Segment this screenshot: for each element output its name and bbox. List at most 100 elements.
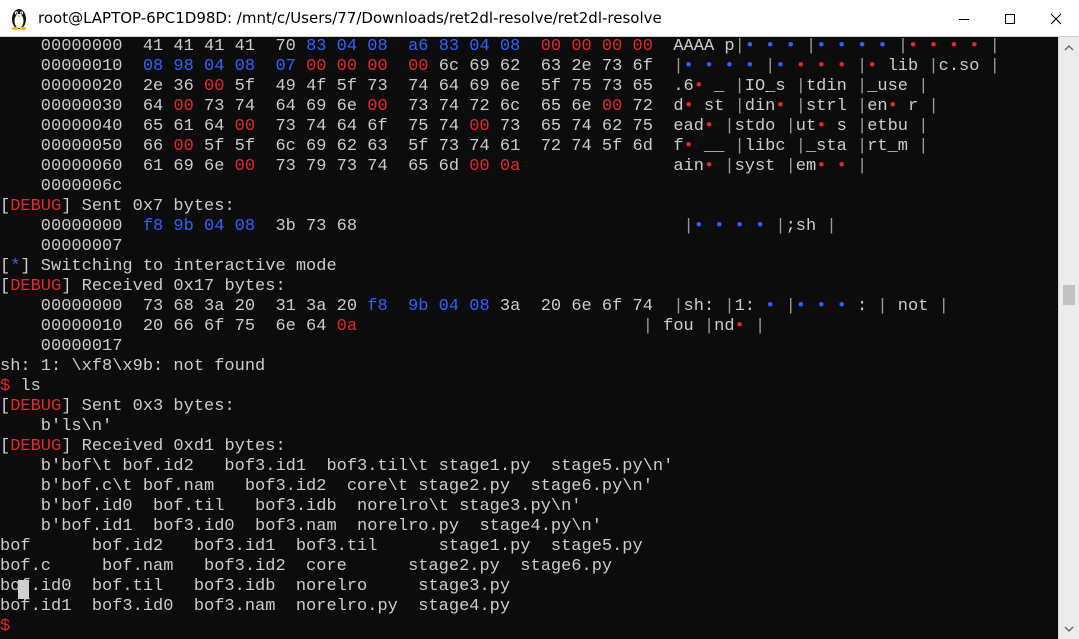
terminal-line: bof.id0 bof.til bof3.idb norelro stage3.… bbox=[0, 577, 1058, 597]
terminal-text-segment: | bbox=[765, 57, 776, 76]
minimize-button[interactable] bbox=[941, 0, 987, 37]
terminal-text-segment: • bbox=[693, 217, 704, 236]
terminal-text-segment: __ bbox=[693, 137, 735, 156]
terminal-text-segment: | bbox=[805, 37, 817, 56]
terminal-line: [DEBUG] Received 0xd1 bytes: bbox=[0, 437, 1058, 457]
terminal-text-segment: | bbox=[928, 97, 939, 116]
terminal-line: 00000000 41 41 41 41 70 83 04 08 a6 83 0… bbox=[0, 37, 1058, 57]
terminal-text-segment: • bbox=[775, 97, 786, 116]
terminal-text-segment: | bbox=[826, 217, 837, 236]
title-bar[interactable]: root@LAPTOP-6PC1D98D: /mnt/c/Users/77/Do… bbox=[0, 0, 1079, 37]
terminal-text-segment: | bbox=[918, 77, 929, 96]
terminal-line: 00000010 08 98 04 08 07 00 00 00 00 6c 6… bbox=[0, 57, 1058, 77]
terminal-text-segment: 5f 49 4f 5f 73 74 64 69 6e 5f 75 73 65 .… bbox=[224, 77, 694, 96]
maximize-button[interactable] bbox=[987, 0, 1033, 37]
terminal-text-segment: fou bbox=[652, 317, 704, 336]
terminal-text-segment: 00 bbox=[408, 57, 429, 76]
terminal-line: 00000040 65 61 64 00 73 74 64 6f 75 74 0… bbox=[0, 117, 1058, 137]
terminal-text-segment: | bbox=[683, 217, 694, 236]
terminal-text-segment: 00000000 bbox=[0, 217, 143, 236]
terminal-text-segment: • bbox=[765, 297, 776, 316]
scroll-up-button[interactable] bbox=[1059, 39, 1079, 56]
terminal-text-segment: • bbox=[754, 217, 766, 236]
terminal-text-segment: • bbox=[683, 57, 694, 76]
terminal-text-segment: IO_s bbox=[744, 77, 796, 96]
scrollbar-thumb[interactable] bbox=[1063, 285, 1075, 305]
terminal-output[interactable]: 00000000 41 41 41 41 70 83 04 08 a6 83 0… bbox=[0, 37, 1058, 639]
terminal-text-segment: 00000050 66 bbox=[0, 137, 174, 156]
terminal-text-segment: 00 bbox=[601, 97, 623, 116]
terminal-line: 00000000 73 68 3a 20 31 3a 20 f8 9b 04 0… bbox=[0, 297, 1058, 317]
terminal-text-segment: 3b 73 68 bbox=[255, 217, 684, 236]
terminal-line: 00000060 61 69 6e 00 73 79 73 74 65 6d 0… bbox=[0, 157, 1058, 177]
terminal-text-segment: • bbox=[714, 217, 725, 236]
terminal-text-segment: • bbox=[928, 37, 939, 56]
scroll-down-button[interactable] bbox=[1059, 620, 1079, 637]
terminal-text-segment: • bbox=[734, 317, 745, 336]
terminal-text-segment: en bbox=[867, 97, 888, 116]
terminal-line: [*] Switching to interactive mode bbox=[0, 257, 1058, 277]
terminal-text-segment: [ bbox=[0, 397, 11, 416]
terminal-text-segment: b'ls\n' bbox=[0, 417, 113, 436]
terminal-text-segment: bof.id0 bof.til bof3.idb norelro stage3.… bbox=[0, 577, 511, 596]
terminal-text-segment: 0000006c bbox=[0, 177, 123, 196]
terminal-text-segment: • bbox=[683, 97, 694, 116]
terminal-text-segment: [ bbox=[0, 437, 11, 456]
terminal-text-segment: ] Received 0x17 bytes: bbox=[61, 277, 286, 296]
terminal-text-segment: ain bbox=[520, 157, 704, 176]
terminal-text-segment: • bbox=[765, 37, 776, 56]
terminal-text-segment: • bbox=[836, 37, 847, 56]
terminal-text-segment: DEBUG bbox=[10, 397, 62, 416]
terminal-text-segment: 00 bbox=[469, 117, 490, 136]
terminal-line: bof.id1 bof3.id0 bof3.nam norelro.py sta… bbox=[0, 597, 1058, 617]
terminal-line: bof bof.id2 bof3.id1 bof3.til stage1.py … bbox=[0, 537, 1058, 557]
terminal-line: 00000007 bbox=[0, 237, 1058, 257]
terminal-text-segment: * bbox=[10, 257, 21, 276]
terminal-text-segment: • bbox=[816, 157, 827, 176]
terminal-text-segment: tdin bbox=[805, 77, 857, 96]
terminal-text-segment: | bbox=[785, 297, 796, 316]
close-button[interactable] bbox=[1033, 0, 1079, 37]
terminal-line: [DEBUG] Sent 0x7 bytes: bbox=[0, 197, 1058, 217]
terminal-text-segment: 07 bbox=[275, 57, 307, 76]
terminal-text-segment: syst bbox=[734, 157, 786, 176]
terminal-text-segment: | bbox=[734, 97, 745, 116]
terminal-text-segment: • bbox=[693, 77, 704, 96]
terminal-text-segment: din bbox=[744, 97, 776, 116]
terminal-text-segment: _sta bbox=[805, 137, 857, 156]
terminal-text-segment: DEBUG bbox=[10, 277, 62, 296]
terminal-text-segment: • bbox=[857, 37, 868, 56]
terminal-line: 00000010 20 66 6f 75 6e 64 0a | fou |nd•… bbox=[0, 317, 1058, 337]
terminal-text-segment: $ bbox=[0, 617, 11, 636]
terminal-text-segment: ] Switching to interactive mode bbox=[20, 257, 337, 276]
terminal-text-segment: • bbox=[877, 37, 888, 56]
terminal-text-segment: • bbox=[703, 57, 715, 76]
terminal-text-segment: | bbox=[785, 157, 796, 176]
terminal-text-segment: | bbox=[734, 77, 745, 96]
terminal-text-segment: not bbox=[887, 297, 939, 316]
terminal-text-segment: 9b 04 08 bbox=[408, 297, 490, 316]
vertical-scrollbar[interactable] bbox=[1058, 37, 1079, 639]
